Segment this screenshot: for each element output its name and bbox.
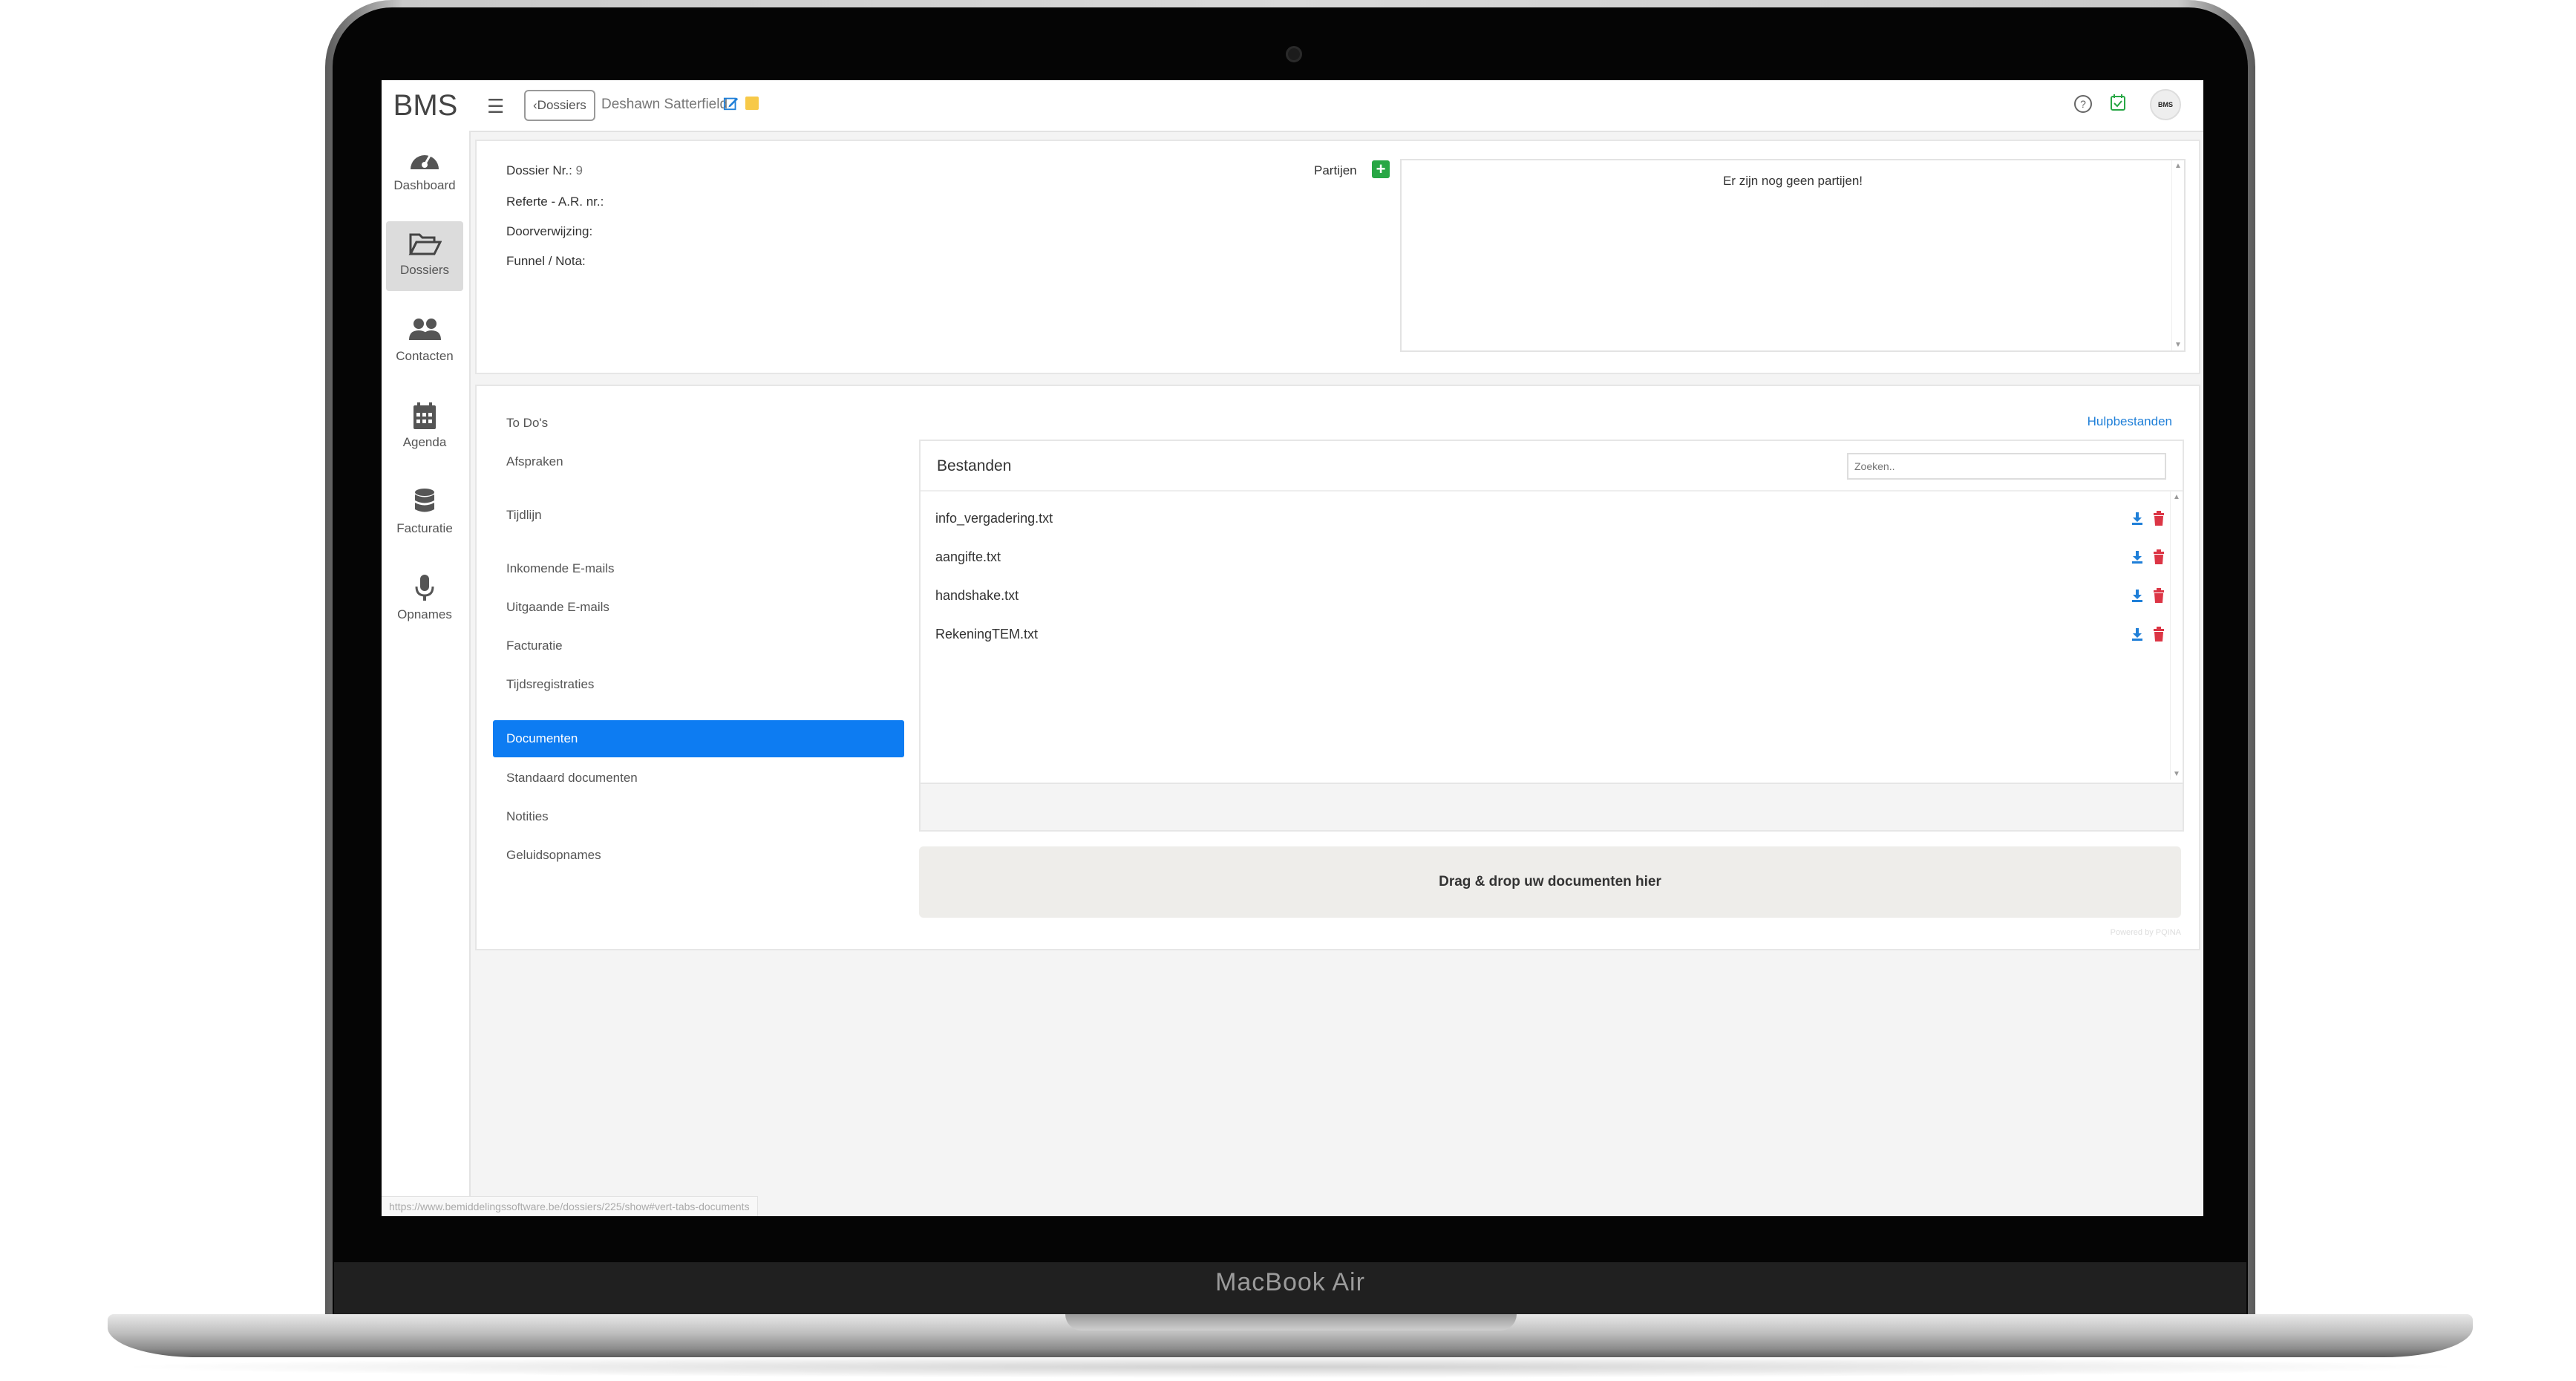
calendar-icon bbox=[413, 402, 436, 429]
file-row[interactable]: aangifte.txt bbox=[935, 543, 2169, 573]
hulpbestanden-link[interactable]: Hulpbestanden bbox=[2088, 414, 2172, 429]
calendar-check-icon[interactable] bbox=[2110, 94, 2126, 111]
file-list: info_vergadering.txt aangifte.txt handsh… bbox=[921, 492, 2169, 780]
sidebar-item-label: Facturatie bbox=[396, 521, 453, 535]
dossier-nr-value: 9 bbox=[575, 163, 583, 177]
add-partij-button[interactable]: + bbox=[1372, 160, 1390, 178]
camera bbox=[1286, 46, 1302, 62]
partijen-list: Er zijn nog geen partijen! ▲ ▼ bbox=[1400, 159, 2186, 352]
sidebar-item-contacten[interactable]: Contacten bbox=[386, 307, 463, 377]
dossier-nr-row: Dossier Nr.: 9 bbox=[506, 163, 583, 178]
laptop-shadow bbox=[108, 1356, 2473, 1378]
doorverwijzing-label: Doorverwijzing: bbox=[506, 224, 593, 238]
file-row[interactable]: RekeningTEM.txt bbox=[935, 621, 2169, 650]
sidebar-item-opnames[interactable]: Opnames bbox=[386, 566, 463, 636]
edit-icon[interactable] bbox=[723, 95, 739, 111]
funnel-label: Funnel / Nota: bbox=[506, 254, 586, 268]
file-name[interactable]: RekeningTEM.txt bbox=[935, 627, 1038, 642]
partijen-empty-message: Er zijn nog geen partijen! bbox=[1722, 174, 1863, 188]
browser-status-url: https://www.bemiddelingssoftware.be/doss… bbox=[382, 1196, 758, 1216]
referte-label: Referte - A.R. nr.: bbox=[506, 195, 604, 209]
sidebar-item-label: Dashboard bbox=[393, 178, 456, 192]
bestanden-footer bbox=[921, 783, 2183, 830]
scroll-down-icon[interactable]: ▼ bbox=[2174, 341, 2182, 349]
database-icon bbox=[415, 489, 434, 512]
laptop-notch bbox=[1065, 1314, 1517, 1331]
trash-icon[interactable] bbox=[2153, 588, 2165, 603]
user-avatar[interactable]: BMS bbox=[2150, 89, 2181, 120]
bestanden-title: Bestanden bbox=[937, 457, 1012, 474]
file-list-scrollbar[interactable]: ▲ ▼ bbox=[2170, 492, 2183, 780]
upload-dropzone[interactable]: Drag & drop uw documenten hier bbox=[919, 846, 2181, 918]
powered-by-label[interactable]: Powered by PQINA bbox=[2111, 928, 2181, 937]
sidebar-item-dossiers[interactable]: Dossiers bbox=[386, 221, 463, 291]
tab-todos[interactable]: To Do's bbox=[506, 416, 548, 431]
top-bar: ☰ ‹Dossiers Deshawn Satterfield ? BMS bbox=[469, 80, 2203, 132]
tab-notities[interactable]: Notities bbox=[506, 809, 549, 824]
gauge-icon bbox=[411, 154, 439, 169]
app-screen: BMS ☰ ‹Dossiers Deshawn Satterfield ? BM… bbox=[382, 80, 2203, 1216]
file-row[interactable]: handshake.txt bbox=[935, 582, 2169, 612]
dossier-nr-label: Dossier Nr.: bbox=[506, 163, 572, 177]
tab-standaard-documenten[interactable]: Standaard documenten bbox=[506, 771, 638, 786]
file-row[interactable]: info_vergadering.txt bbox=[935, 505, 2169, 535]
scroll-up-icon[interactable]: ▲ bbox=[2173, 493, 2180, 501]
file-name[interactable]: handshake.txt bbox=[935, 588, 1019, 604]
sidebar-item-label: Opnames bbox=[397, 607, 452, 621]
search-input[interactable] bbox=[1847, 453, 2166, 480]
client-name: Deshawn Satterfield bbox=[601, 97, 728, 112]
file-name[interactable]: info_vergadering.txt bbox=[935, 511, 1053, 526]
menu-toggle-icon[interactable]: ☰ bbox=[487, 95, 504, 118]
bestanden-header: Bestanden bbox=[921, 441, 2183, 492]
sidebar-item-label: Dossiers bbox=[399, 263, 450, 277]
microphone-icon bbox=[415, 575, 434, 601]
download-icon[interactable] bbox=[2131, 627, 2144, 641]
tab-inkomende-emails[interactable]: Inkomende E-mails bbox=[506, 561, 615, 576]
scroll-down-icon[interactable]: ▼ bbox=[2173, 770, 2180, 778]
trash-icon[interactable] bbox=[2153, 627, 2165, 641]
download-icon[interactable] bbox=[2131, 511, 2144, 526]
scroll-up-icon[interactable]: ▲ bbox=[2174, 162, 2182, 170]
back-to-dossiers-button[interactable]: ‹Dossiers bbox=[524, 90, 595, 121]
trash-icon[interactable] bbox=[2153, 549, 2165, 564]
sidebar-item-label: Agenda bbox=[402, 435, 447, 449]
sidebar-item-dashboard[interactable]: Dashboard bbox=[386, 137, 463, 206]
back-button-label: Dossiers bbox=[537, 98, 586, 112]
dossier-info-card: Dossier Nr.: 9 Referte - A.R. nr.: Doorv… bbox=[475, 140, 2200, 374]
file-name[interactable]: aangifte.txt bbox=[935, 549, 1001, 565]
sidebar: Dashboard Dossiers Contacten Agenda Fact… bbox=[382, 131, 471, 1216]
download-icon[interactable] bbox=[2131, 588, 2144, 603]
sidebar-item-agenda[interactable]: Agenda bbox=[386, 394, 463, 463]
tab-documenten[interactable]: Documenten bbox=[493, 720, 904, 757]
trash-icon[interactable] bbox=[2153, 511, 2165, 526]
tab-uitgaande-emails[interactable]: Uitgaande E-mails bbox=[506, 600, 609, 615]
tab-tijdlijn[interactable]: Tijdlijn bbox=[506, 508, 542, 523]
users-icon bbox=[409, 319, 441, 340]
tab-geluidsopnames[interactable]: Geluidsopnames bbox=[506, 848, 601, 863]
device-brand-label: MacBook Air bbox=[1215, 1268, 1365, 1296]
sticky-note-icon[interactable] bbox=[745, 97, 759, 110]
download-icon[interactable] bbox=[2131, 549, 2144, 564]
bestanden-panel: Bestanden info_vergadering.txt aangifte.… bbox=[919, 440, 2184, 832]
sidebar-item-label: Contacten bbox=[396, 349, 454, 363]
partijen-scrollbar[interactable]: ▲ ▼ bbox=[2171, 160, 2184, 350]
dossier-tabs-card: To Do's Afspraken Tijdlijn Inkomende E-m… bbox=[475, 385, 2200, 950]
tab-facturatie[interactable]: Facturatie bbox=[506, 639, 563, 653]
app-logo[interactable]: BMS bbox=[382, 80, 471, 132]
tab-tijdsregistraties[interactable]: Tijdsregistraties bbox=[506, 677, 594, 692]
help-icon[interactable]: ? bbox=[2074, 95, 2092, 113]
folder-open-icon bbox=[408, 233, 442, 255]
sidebar-item-facturatie[interactable]: Facturatie bbox=[386, 480, 463, 549]
tab-afspraken[interactable]: Afspraken bbox=[506, 454, 563, 469]
partijen-label: Partijen bbox=[1314, 163, 1357, 177]
